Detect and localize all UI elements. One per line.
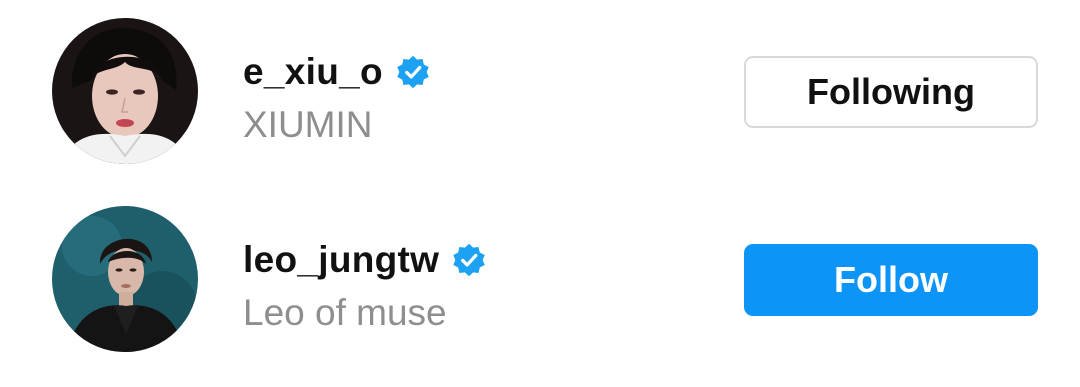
following-button[interactable]: Following bbox=[744, 56, 1038, 128]
account-info: leo_jungtw Leo of muse bbox=[243, 238, 487, 334]
verified-badge-icon bbox=[395, 54, 431, 90]
account-list: e_xiu_o XIUMIN Following leo_jungtw Leo … bbox=[0, 0, 1080, 387]
follow-button[interactable]: Follow bbox=[744, 244, 1038, 316]
username-line: leo_jungtw bbox=[243, 238, 487, 282]
account-info: e_xiu_o XIUMIN bbox=[243, 50, 431, 146]
avatar-photo bbox=[52, 206, 198, 352]
avatar-photo bbox=[52, 18, 198, 164]
username[interactable]: e_xiu_o bbox=[243, 51, 383, 93]
account-row[interactable]: leo_jungtw Leo of muse Follow bbox=[0, 200, 1080, 360]
account-row[interactable]: e_xiu_o XIUMIN Following bbox=[0, 12, 1080, 172]
full-name: Leo of muse bbox=[243, 292, 447, 333]
verified-badge-icon bbox=[451, 242, 487, 278]
avatar[interactable] bbox=[52, 206, 198, 352]
avatar[interactable] bbox=[52, 18, 198, 164]
username-line: e_xiu_o bbox=[243, 50, 431, 94]
username[interactable]: leo_jungtw bbox=[243, 239, 439, 281]
full-name: XIUMIN bbox=[243, 104, 373, 145]
